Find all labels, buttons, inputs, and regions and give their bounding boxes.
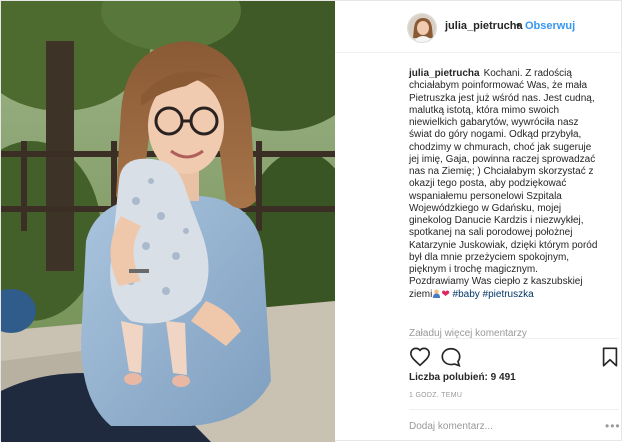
caption-line: był dla mnie przeżyciem spokojnym, [409,251,570,263]
caption-last-line: ziemi ❤ #baby #pietruszka [409,289,621,301]
person-emoji-icon [433,288,441,298]
caption-line: Pozdrawiamy Was ciepło z kaszubskiej [409,276,583,288]
caption-line: chciałabym poinformować Was, że mała [409,80,588,92]
post-timestamp: 1 GODZ. TEMU [409,392,463,399]
caption-line: ginekolog Danucie Kardzis i niezwykłej, [409,215,584,226]
caption-line: nas na Ziemię; ) Chciałabym skorzystać z [409,166,594,177]
caption-line: wspaniałemu personelowi Szpitala [409,190,562,202]
speech-bubble-icon[interactable] [440,346,462,368]
hashtag-link[interactable]: #baby [453,289,480,300]
comment-input[interactable] [409,418,589,434]
post-caption: julia_pietrucha Kochani. Z radością chcia… [409,68,621,301]
avatar[interactable] [407,13,437,43]
caption-username[interactable]: julia_pietrucha [409,68,480,79]
caption-line: Katarzynie Juskowiak, dzięki którym poró… [409,239,598,251]
caption-line: Wojewódzkiego w Gdańsku, mojej [409,202,562,214]
action-bar [409,338,619,374]
caption-line: Pietruszka jest już wśród nas. Jest cudn… [409,92,595,104]
avatar-image [408,14,436,42]
caption-line: chodzimy w chmurach, choć jak sugeruje [409,141,592,153]
post-sidebar: julia_pietrucha • Obserwuj julia_pietruc… [335,1,622,442]
caption-line: jej imię, Gaja, powinna raczej sprowadza… [409,153,596,165]
comment-bar: ••• [409,409,621,442]
caption-line: malutką istotą, która mimo swoich [409,104,560,116]
caption-line: julia_pietrucha Kochani. Z radością [409,68,621,80]
instagram-post: julia_pietrucha • Obserwuj julia_pietruc… [0,0,622,442]
bookmark-icon[interactable] [599,346,621,368]
header-username[interactable]: julia_pietrucha [445,20,523,32]
post-header: julia_pietrucha • Obserwuj [335,1,622,53]
more-options-button[interactable]: ••• [605,419,621,433]
heart-emoji-icon: ❤ [441,288,450,300]
post-photo[interactable] [1,1,335,442]
caption-text: ziemi [409,288,433,300]
hashtag-link[interactable]: #pietruszka [483,289,534,300]
header-separator: • [516,18,521,32]
caption-line: spotkanej na sali porodowej położnej [409,227,573,239]
caption-line: niewielkich gabarytów, wywróciła nasz [409,117,579,128]
photo-illustration [1,1,335,442]
follow-button[interactable]: Obserwuj [525,20,575,32]
caption-text: Kochani. Z radością [483,68,572,79]
caption-line: pięknym i trochę magicznym. [409,264,538,275]
caption-line: świat do góry nogami. Odkąd przybyła, [409,129,582,141]
heart-outline-icon[interactable] [409,346,431,368]
likes-count[interactable]: Liczba polubień: 9 491 [409,372,516,383]
caption-line: okazji tego posta, aby podziękować [409,178,567,190]
